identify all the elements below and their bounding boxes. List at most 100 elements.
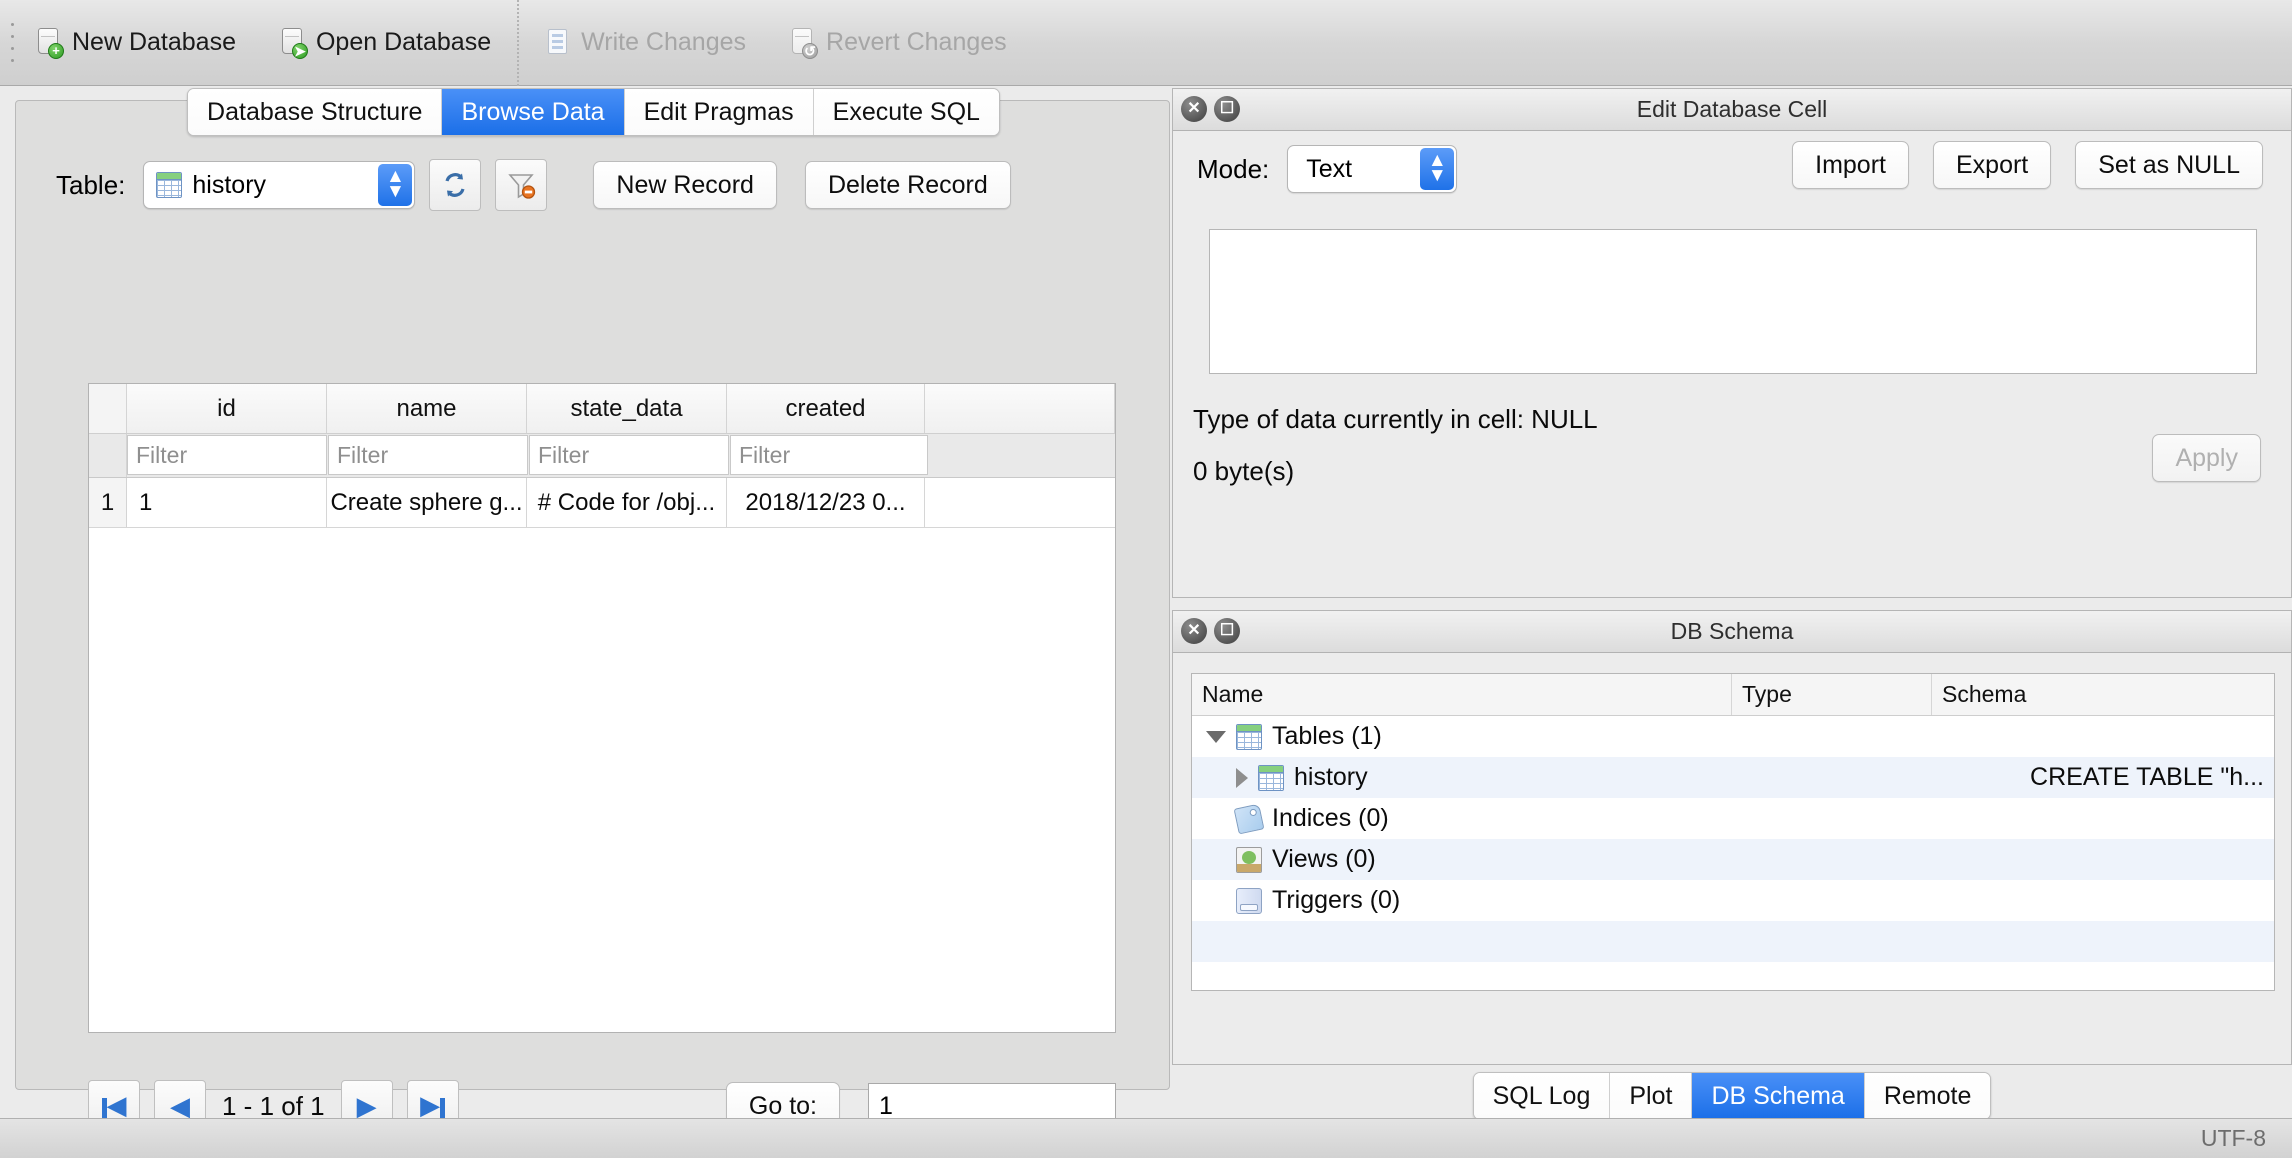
tab-plot-label: Plot bbox=[1629, 1081, 1673, 1110]
new-database-label: New Database bbox=[72, 28, 236, 56]
tree-item-tables[interactable]: Tables (1) bbox=[1192, 716, 2274, 757]
tab-database-structure-label: Database Structure bbox=[207, 97, 423, 126]
column-header-state-data[interactable]: state_data bbox=[527, 384, 727, 433]
undock-icon[interactable]: ☐ bbox=[1214, 618, 1240, 644]
chevron-updown-icon[interactable]: ▲ ▼ bbox=[378, 164, 413, 206]
tree-item-views[interactable]: Views (0) bbox=[1192, 839, 2274, 880]
new-database-button[interactable]: + New Database bbox=[14, 0, 258, 86]
table-row[interactable]: 1 1 Create sphere g... # Code for /obj..… bbox=[89, 478, 1115, 528]
schema-column-name[interactable]: Name bbox=[1192, 674, 1732, 715]
main-tab-bar: Database Structure Browse Data Edit Prag… bbox=[16, 88, 1171, 140]
goto-input-value: 1 bbox=[879, 1091, 893, 1120]
filter-corner-cell bbox=[89, 434, 127, 477]
close-icon[interactable]: ✕ bbox=[1181, 618, 1207, 644]
open-database-icon: ➤ bbox=[280, 27, 308, 59]
refresh-button[interactable] bbox=[429, 159, 482, 211]
encoding-label: UTF-8 bbox=[2200, 1125, 2266, 1151]
table-select-value: history bbox=[192, 170, 267, 199]
tree-item-triggers[interactable]: Triggers (0) bbox=[1192, 880, 2274, 921]
write-changes-label: Write Changes bbox=[581, 28, 747, 56]
new-record-button[interactable]: New Record bbox=[593, 161, 777, 209]
tab-browse-data[interactable]: Browse Data bbox=[442, 89, 625, 135]
table-select[interactable]: history ▲ ▼ bbox=[143, 161, 416, 209]
filter-input-created[interactable]: Filter bbox=[730, 435, 928, 475]
tree-empty-row bbox=[1192, 921, 2274, 962]
apply-label: Apply bbox=[2175, 443, 2238, 472]
tree-empty-row bbox=[1192, 962, 2274, 990]
filter-input-name[interactable]: Filter bbox=[328, 435, 528, 475]
tree-item-indices[interactable]: Indices (0) bbox=[1192, 798, 2274, 839]
table-icon bbox=[1236, 723, 1262, 750]
mode-select[interactable]: Text ▲ ▼ bbox=[1287, 145, 1458, 193]
undock-icon[interactable]: ☐ bbox=[1214, 96, 1240, 122]
table-label: Table: bbox=[56, 169, 126, 200]
column-header-id[interactable]: id bbox=[127, 384, 327, 433]
new-record-label: New Record bbox=[616, 170, 754, 199]
cell-id[interactable]: 1 bbox=[127, 478, 327, 527]
filter-input-state-data[interactable]: Filter bbox=[529, 435, 729, 475]
column-header-created[interactable]: created bbox=[727, 384, 925, 433]
tab-execute-sql[interactable]: Execute SQL bbox=[813, 89, 999, 135]
cell-action-buttons: Import Export Set as NULL bbox=[1792, 141, 2263, 189]
set-as-null-button[interactable]: Set as NULL bbox=[2075, 141, 2263, 189]
write-changes-icon bbox=[545, 28, 571, 58]
cell-created[interactable]: 2018/12/23 0... bbox=[727, 478, 925, 527]
schema-tree[interactable]: Name Type Schema Tables (1) history CREA… bbox=[1191, 673, 2275, 991]
close-icon[interactable]: ✕ bbox=[1181, 96, 1207, 122]
tab-edit-pragmas[interactable]: Edit Pragmas bbox=[624, 89, 814, 135]
cell-editor-textarea[interactable] bbox=[1209, 229, 2257, 374]
schema-column-schema[interactable]: Schema bbox=[1932, 674, 2274, 715]
row-number: 1 bbox=[89, 478, 127, 527]
browse-data-pane: Database Structure Browse Data Edit Prag… bbox=[15, 88, 1170, 1132]
first-page-icon: ◀ bbox=[101, 1092, 127, 1121]
toolbar-drag-handle[interactable] bbox=[0, 0, 14, 86]
open-database-button[interactable]: ➤ Open Database bbox=[258, 0, 513, 86]
toolbar-separator bbox=[517, 0, 520, 86]
schema-column-type[interactable]: Type bbox=[1732, 674, 1932, 715]
clear-filter-button[interactable] bbox=[495, 159, 548, 211]
filter-input-id[interactable]: Filter bbox=[127, 435, 327, 475]
apply-button[interactable]: Apply bbox=[2152, 434, 2261, 482]
refresh-icon bbox=[445, 173, 465, 197]
tree-item-indices-label: Indices (0) bbox=[1272, 804, 1389, 832]
table-icon bbox=[1258, 764, 1284, 791]
cell-state-data[interactable]: # Code for /obj... bbox=[527, 478, 727, 527]
tab-sql-log-label: SQL Log bbox=[1492, 1081, 1591, 1110]
edit-database-cell-panel: ✕ ☐ Edit Database Cell Mode: Text ▲ ▼ Imp… bbox=[1172, 88, 2292, 598]
tab-remote[interactable]: Remote bbox=[1864, 1073, 1991, 1119]
tab-edit-pragmas-label: Edit Pragmas bbox=[643, 97, 794, 126]
table-selector-row: Table: history ▲ ▼ New Record Delete Rec… bbox=[16, 149, 1169, 221]
tab-database-structure[interactable]: Database Structure bbox=[188, 89, 443, 135]
filter-placeholder-state-data: Filter bbox=[538, 441, 590, 468]
tab-plot[interactable]: Plot bbox=[1610, 1073, 1693, 1119]
filter-placeholder-name: Filter bbox=[337, 441, 389, 468]
write-changes-button[interactable]: Write Changes bbox=[523, 0, 768, 86]
next-page-icon: ▶ bbox=[356, 1091, 377, 1121]
delete-record-button[interactable]: Delete Record bbox=[804, 161, 1011, 209]
import-button[interactable]: Import bbox=[1792, 141, 1909, 189]
tab-db-schema-label: DB Schema bbox=[1711, 1081, 1845, 1110]
tree-item-views-label: Views (0) bbox=[1272, 845, 1376, 873]
chevron-right-icon[interactable] bbox=[1236, 767, 1248, 788]
revert-changes-label: Revert Changes bbox=[826, 28, 1007, 56]
grid-header-row: id name state_data created bbox=[89, 384, 1115, 434]
edit-cell-title: Edit Database Cell bbox=[1636, 96, 1828, 122]
column-header-name[interactable]: name bbox=[327, 384, 527, 433]
data-grid[interactable]: id name state_data created Filter Filter… bbox=[88, 383, 1116, 1033]
filter-filler bbox=[929, 435, 1114, 475]
tree-item-history[interactable]: history CREATE TABLE "h... bbox=[1192, 757, 2274, 798]
column-header-id-label: id bbox=[217, 394, 236, 422]
cell-name[interactable]: Create sphere g... bbox=[327, 478, 527, 527]
goto-label: Go to: bbox=[748, 1091, 817, 1120]
tab-sql-log[interactable]: SQL Log bbox=[1473, 1073, 1611, 1119]
chevron-down-icon[interactable] bbox=[1206, 730, 1226, 743]
tab-db-schema[interactable]: DB Schema bbox=[1692, 1073, 1865, 1119]
clear-filter-icon bbox=[508, 174, 536, 199]
revert-changes-button[interactable]: ↺ Revert Changes bbox=[768, 0, 1029, 86]
column-header-name-label: name bbox=[396, 394, 457, 422]
db-schema-panel: ✕ ☐ DB Schema Name Type Schema Tables (1… bbox=[1172, 610, 2292, 1065]
chevron-updown-icon[interactable]: ▲ ▼ bbox=[1420, 148, 1455, 190]
export-button[interactable]: Export bbox=[1932, 141, 2052, 189]
mode-select-value: Text bbox=[1306, 154, 1353, 183]
db-schema-titlebar: ✕ ☐ DB Schema bbox=[1173, 611, 2291, 653]
